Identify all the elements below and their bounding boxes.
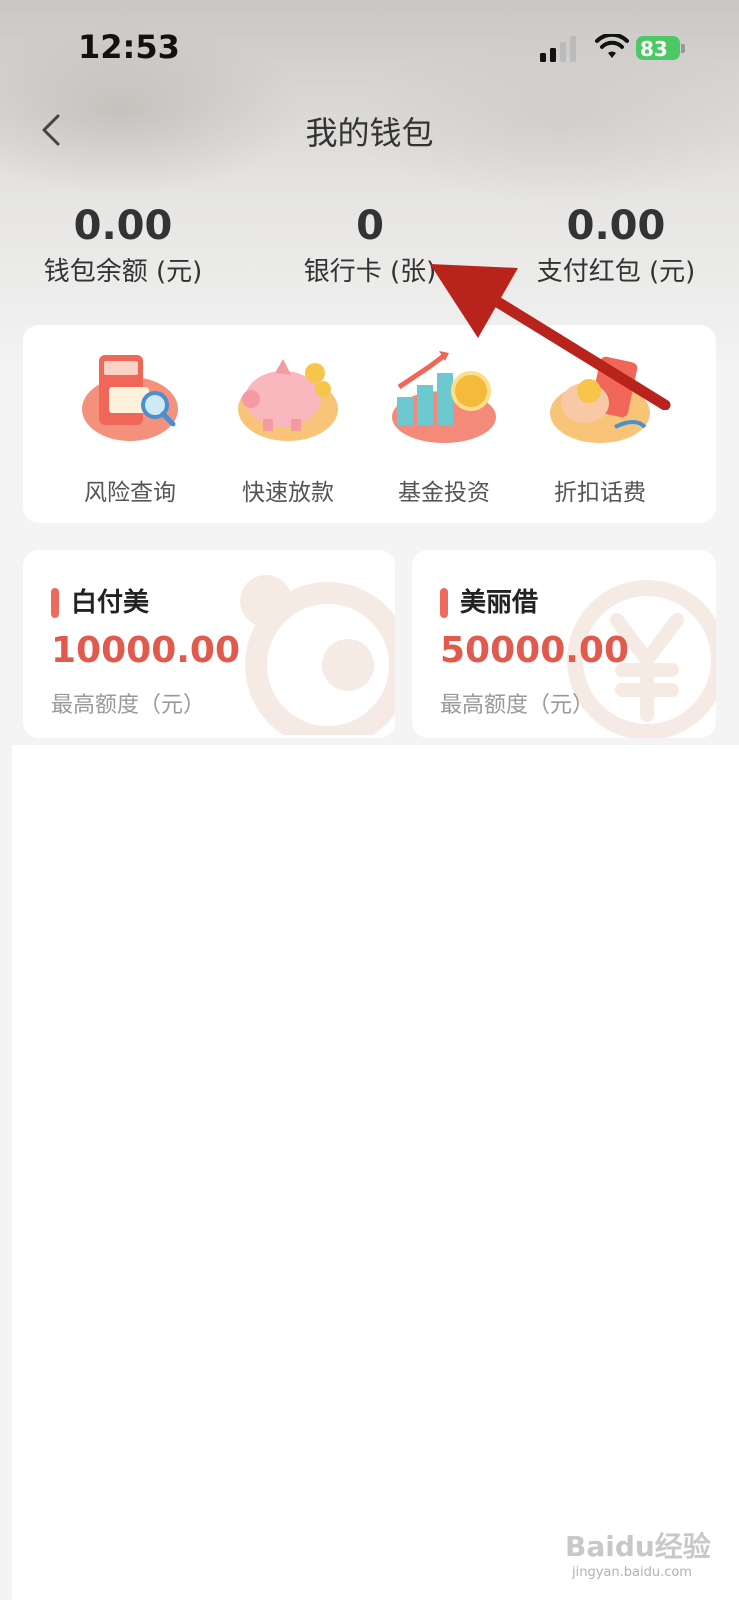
stat-wallet-balance[interactable]: 0.00 钱包余额 (元) — [3, 200, 243, 292]
navigation-bar: 我的钱包 — [0, 100, 739, 160]
piggy-bank-icon — [238, 359, 338, 441]
card-accent-bar — [51, 588, 59, 618]
baidu-watermark-url: jingyan.baidu.com — [572, 1565, 692, 1580]
battery-percent: 83 — [640, 37, 668, 61]
service-label: 基金投资 — [398, 480, 490, 506]
card-subtitle: 最高额度（元） — [51, 693, 206, 718]
cellular-signal-icon — [540, 36, 576, 62]
battery-icon: 83 — [636, 36, 686, 62]
stat-value: 0.00 — [566, 203, 666, 249]
battery-cap — [681, 44, 685, 53]
card-amount: 10000.00 — [51, 630, 241, 671]
card-accent-bar — [440, 588, 448, 618]
annotation-arrow-icon — [430, 264, 671, 410]
stat-value: 0 — [356, 203, 384, 249]
service-quick-loan[interactable]: 快速放款 — [213, 347, 363, 507]
panda-watermark-icon — [240, 575, 395, 735]
credit-card-meilijie[interactable]: 美丽借 50000.00 最高额度（元） — [412, 550, 716, 738]
page-title: 我的钱包 — [305, 114, 434, 152]
stat-value: 0.00 — [73, 203, 173, 249]
credit-card-baifumei[interactable]: 白付美 10000.00 最高额度（元） — [23, 550, 395, 738]
content-area — [12, 745, 739, 1600]
card-amount: 50000.00 — [440, 630, 630, 671]
service-label: 折扣话费 — [554, 480, 646, 506]
status-time: 12:53 — [78, 28, 180, 66]
baidu-watermark: Baidu经验 — [565, 1530, 711, 1563]
stat-label: 钱包余额 (元) — [43, 257, 203, 287]
service-label: 快速放款 — [242, 480, 334, 506]
card-name: 白付美 — [71, 588, 150, 618]
risk-report-icon — [82, 355, 178, 441]
service-label: 风险查询 — [84, 480, 176, 506]
wifi-icon — [595, 34, 629, 58]
status-bar: 12:53 83 — [0, 0, 739, 100]
card-subtitle: 最高额度（元） — [440, 693, 595, 718]
card-name: 美丽借 — [460, 588, 539, 618]
service-risk-query[interactable]: 风险查询 — [55, 347, 205, 507]
